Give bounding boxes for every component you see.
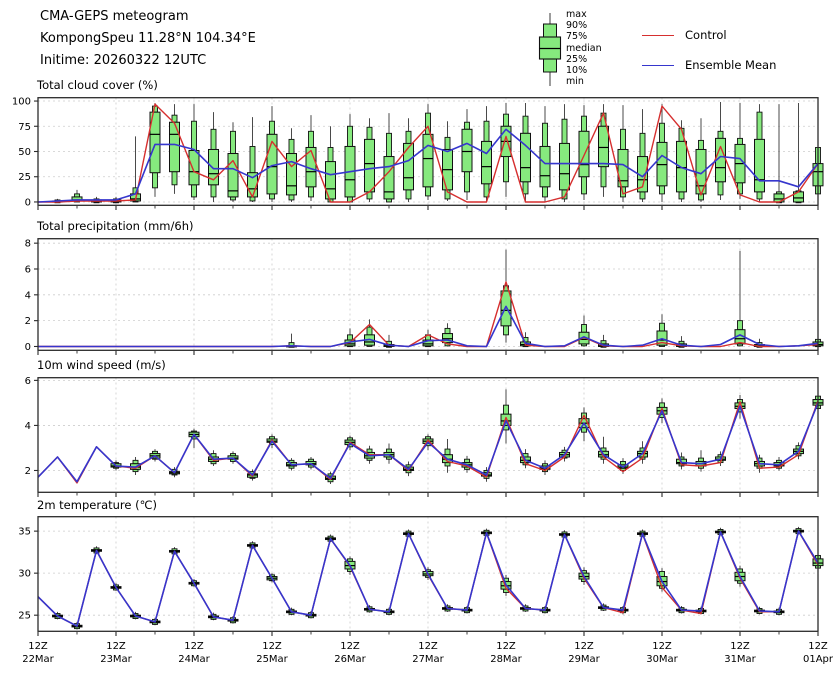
svg-text:12Z: 12Z [808, 641, 828, 652]
svg-text:6: 6 [25, 264, 31, 275]
control-label: Control [685, 28, 727, 42]
svg-text:12Z: 12Z [340, 641, 360, 652]
svg-text:25Mar: 25Mar [256, 654, 288, 665]
svg-text:4: 4 [25, 290, 31, 301]
legend-min-label: min [566, 76, 584, 88]
svg-text:30Mar: 30Mar [646, 654, 678, 665]
legend-item-ensemble-mean: Ensemble Mean [642, 50, 776, 80]
svg-text:28Mar: 28Mar [490, 654, 522, 665]
boxplot-legend-icon [538, 13, 562, 86]
svg-text:12Z: 12Z [106, 641, 126, 652]
svg-text:30: 30 [18, 569, 31, 580]
svg-text:0: 0 [25, 342, 31, 353]
wind-speed-title: 10m wind speed (m/s) [37, 358, 166, 372]
meteogram-page: CMA-GEPS meteogram KompongSpeu 11.28°N 1… [0, 0, 840, 680]
cloud-cover-chart: 0 25 50 75 100 [12, 97, 824, 210]
wind-speed-chart: 2 4 6 [25, 377, 824, 497]
series-legend: Control Ensemble Mean [642, 20, 776, 80]
svg-text:22Mar: 22Mar [22, 654, 54, 665]
svg-text:4: 4 [25, 421, 31, 432]
svg-text:2: 2 [25, 316, 31, 327]
svg-text:24Mar: 24Mar [178, 654, 210, 665]
svg-text:0: 0 [25, 197, 31, 208]
svg-text:35: 35 [18, 527, 31, 538]
svg-text:12Z: 12Z [574, 641, 594, 652]
svg-text:25: 25 [18, 172, 31, 183]
svg-text:01Apr: 01Apr [803, 654, 834, 665]
svg-text:12Z: 12Z [418, 641, 438, 652]
svg-text:12Z: 12Z [496, 641, 516, 652]
svg-text:26Mar: 26Mar [334, 654, 366, 665]
header: CMA-GEPS meteogram KompongSpeu 11.28°N 1… [40, 6, 256, 72]
legend-median-label: median [566, 42, 602, 54]
svg-text:12Z: 12Z [184, 641, 204, 652]
svg-text:12Z: 12Z [28, 641, 48, 652]
ensemble-mean-line-icon [642, 64, 674, 66]
cloud-cover-title: Total cloud cover (%) [37, 78, 158, 92]
svg-text:2: 2 [25, 466, 31, 477]
svg-text:75: 75 [18, 122, 31, 133]
svg-text:12Z: 12Z [652, 641, 672, 652]
ensemble-mean-label: Ensemble Mean [685, 58, 777, 72]
legend-p75-label: 75% [566, 31, 588, 43]
svg-text:12Z: 12Z [262, 641, 282, 652]
station-coordinates: KompongSpeu 11.28°N 104.34°E [40, 31, 256, 46]
svg-text:6: 6 [25, 377, 31, 387]
boxplot-legend-labels: max 90% 75% median 25% 10% min [566, 9, 602, 87]
svg-text:27Mar: 27Mar [412, 654, 444, 665]
svg-text:8: 8 [25, 239, 31, 250]
svg-text:31Mar: 31Mar [724, 654, 756, 665]
temperature-chart: 25 30 35 12Z 22Mar 12Z 23Mar 12Z 24Mar 12Z 25Mar 12… [18, 516, 834, 665]
precipitation-title: Total precipitation (mm/6h) [37, 219, 194, 233]
init-time: Initime: 20260322 12UTC [40, 53, 207, 68]
svg-text:23Mar: 23Mar [100, 654, 132, 665]
svg-text:25: 25 [18, 611, 31, 622]
svg-text:12Z: 12Z [730, 641, 750, 652]
page-title: CMA-GEPS meteogram [40, 9, 189, 24]
svg-text:29Mar: 29Mar [568, 654, 600, 665]
svg-text:100: 100 [12, 97, 31, 108]
legend-p10-label: 10% [566, 65, 588, 77]
legend-p25-label: 25% [566, 53, 588, 65]
control-line-icon [642, 34, 674, 36]
legend-max-label: max [566, 9, 587, 20]
precipitation-chart: 0 2 4 6 8 [25, 238, 824, 355]
legend-p90-label: 90% [566, 20, 588, 32]
svg-text:50: 50 [18, 147, 31, 158]
legend-item-control: Control [642, 20, 776, 50]
